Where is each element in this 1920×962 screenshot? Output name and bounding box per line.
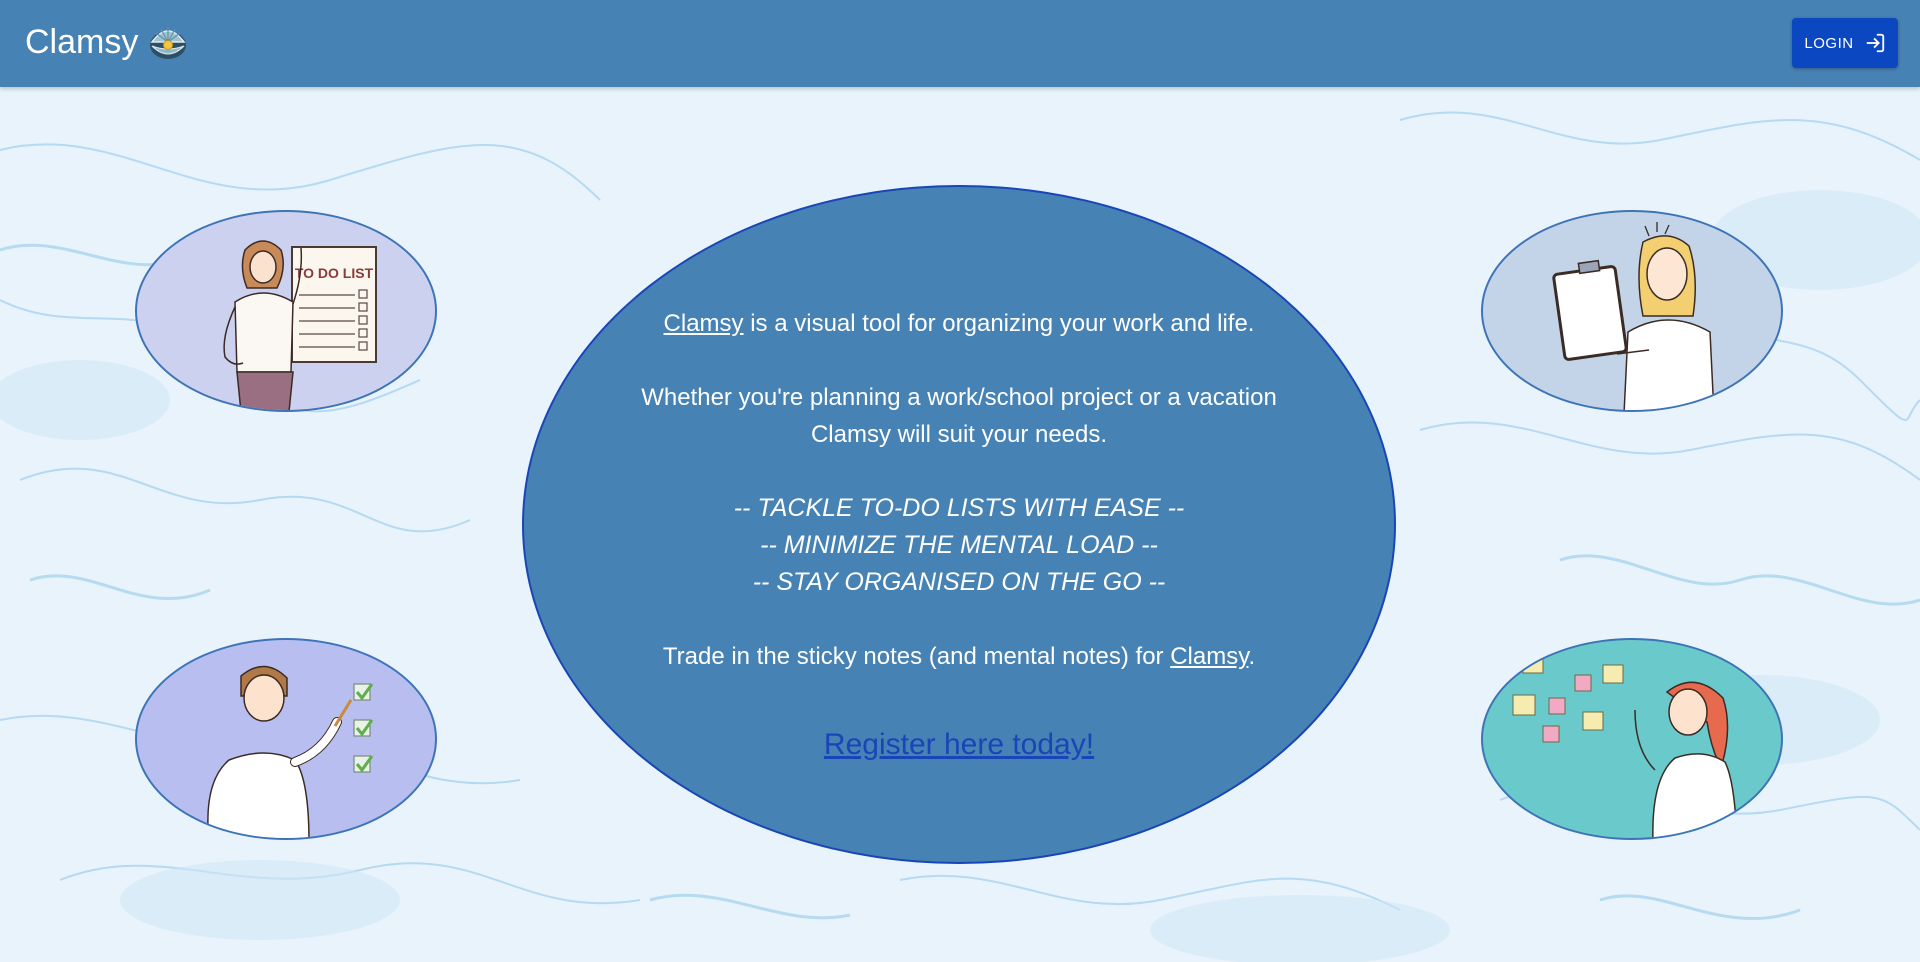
para2-line1: Whether you're planning a work/school pr…	[641, 384, 1277, 411]
tagline-1: -- TACKLE TO-DO LISTS WITH EASE --	[733, 494, 1185, 522]
intro-text: is a visual tool for organizing your wor…	[743, 310, 1255, 337]
login-arrow-icon	[1866, 33, 1884, 53]
sticky-notes-drawing	[1512, 654, 1738, 838]
brand-link-trade[interactable]: Clamsy	[1170, 643, 1248, 670]
woman-with-sticky-notes-illustration	[1481, 638, 1783, 840]
trade-suffix: .	[1248, 643, 1256, 670]
todo-sign-title: TO DO LIST	[295, 265, 374, 281]
checklist-drawing	[207, 665, 374, 838]
clipboard-drawing	[1552, 222, 1715, 410]
trade-text: Trade in the sticky notes (and mental no…	[662, 643, 1171, 670]
intro-line: Clamsy is a visual tool for organizing y…	[524, 305, 1394, 342]
login-button[interactable]: LOGIN	[1792, 18, 1898, 68]
register-link[interactable]: Register here today!	[824, 725, 1094, 765]
hero-content: Clamsy is a visual tool for organizing y…	[524, 187, 1394, 765]
tagline-3: -- STAY ORGANISED ON THE GO --	[752, 568, 1166, 596]
man-checking-list-illustration	[135, 638, 437, 840]
app-title: Clamsy	[25, 23, 139, 61]
trade-line: Trade in the sticky notes (and mental no…	[524, 638, 1394, 675]
brand-link-intro[interactable]: Clamsy	[664, 310, 744, 337]
clam-pearl-icon	[150, 27, 187, 59]
tagline-2: -- MINIMIZE THE MENTAL LOAD --	[760, 531, 1158, 559]
hero-oval: Clamsy is a visual tool for organizing y…	[522, 185, 1396, 864]
login-label: LOGIN	[1804, 34, 1854, 52]
app-bar: Clamsy LOGIN	[0, 0, 1920, 87]
brand[interactable]: Clamsy	[25, 20, 188, 64]
para2-line2: Clamsy will suit your needs.	[810, 421, 1108, 448]
woman-with-todo-list-illustration: TO DO LIST	[135, 210, 437, 412]
todo-list-drawing: TO DO LIST	[223, 240, 377, 410]
woman-with-clipboard-illustration	[1481, 210, 1783, 412]
